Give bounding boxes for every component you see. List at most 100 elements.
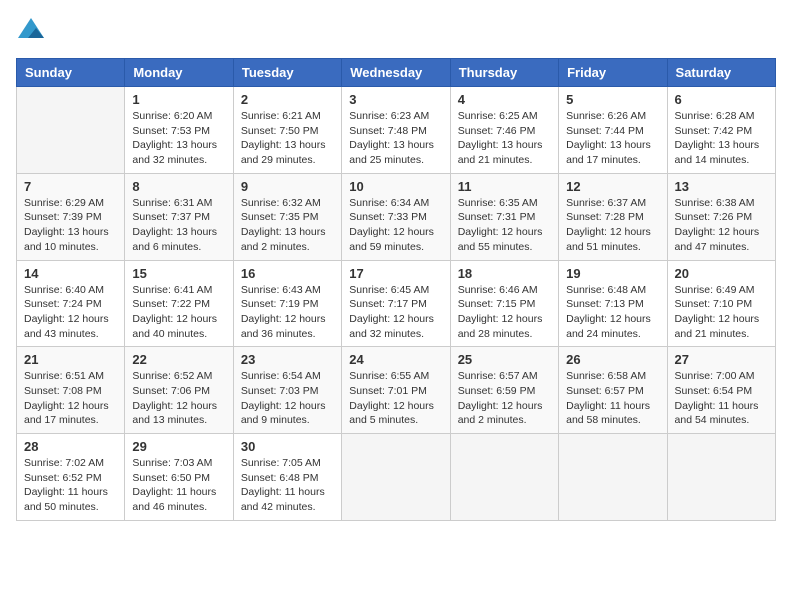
calendar-cell: 17 Sunrise: 6:45 AM Sunset: 7:17 PM Dayli… [342, 260, 450, 347]
calendar-cell: 28 Sunrise: 7:02 AM Sunset: 6:52 PM Dayli… [17, 434, 125, 521]
day-number: 11 [458, 179, 551, 194]
day-info: Sunrise: 6:54 AM Sunset: 7:03 PM Dayligh… [241, 369, 334, 428]
calendar-cell: 29 Sunrise: 7:03 AM Sunset: 6:50 PM Dayli… [125, 434, 233, 521]
page-header [16, 16, 776, 46]
day-number: 3 [349, 92, 442, 107]
day-number: 8 [132, 179, 225, 194]
day-number: 7 [24, 179, 117, 194]
calendar-week-1: 1 Sunrise: 6:20 AM Sunset: 7:53 PM Daylig… [17, 87, 776, 174]
calendar-cell: 23 Sunrise: 6:54 AM Sunset: 7:03 PM Dayli… [233, 347, 341, 434]
day-number: 26 [566, 352, 659, 367]
calendar-cell: 11 Sunrise: 6:35 AM Sunset: 7:31 PM Dayli… [450, 173, 558, 260]
calendar-header: SundayMondayTuesdayWednesdayThursdayFrid… [17, 59, 776, 87]
day-info: Sunrise: 7:03 AM Sunset: 6:50 PM Dayligh… [132, 456, 225, 515]
day-info: Sunrise: 6:48 AM Sunset: 7:13 PM Dayligh… [566, 283, 659, 342]
day-info: Sunrise: 6:45 AM Sunset: 7:17 PM Dayligh… [349, 283, 442, 342]
calendar-cell: 30 Sunrise: 7:05 AM Sunset: 6:48 PM Dayli… [233, 434, 341, 521]
day-info: Sunrise: 6:58 AM Sunset: 6:57 PM Dayligh… [566, 369, 659, 428]
calendar-cell: 5 Sunrise: 6:26 AM Sunset: 7:44 PM Daylig… [559, 87, 667, 174]
day-info: Sunrise: 6:38 AM Sunset: 7:26 PM Dayligh… [675, 196, 768, 255]
day-info: Sunrise: 7:00 AM Sunset: 6:54 PM Dayligh… [675, 369, 768, 428]
day-number: 30 [241, 439, 334, 454]
day-info: Sunrise: 6:28 AM Sunset: 7:42 PM Dayligh… [675, 109, 768, 168]
day-info: Sunrise: 6:57 AM Sunset: 6:59 PM Dayligh… [458, 369, 551, 428]
calendar-cell: 16 Sunrise: 6:43 AM Sunset: 7:19 PM Dayli… [233, 260, 341, 347]
calendar-cell [342, 434, 450, 521]
day-number: 28 [24, 439, 117, 454]
day-number: 14 [24, 266, 117, 281]
day-info: Sunrise: 6:32 AM Sunset: 7:35 PM Dayligh… [241, 196, 334, 255]
calendar-cell: 10 Sunrise: 6:34 AM Sunset: 7:33 PM Dayli… [342, 173, 450, 260]
header-row: SundayMondayTuesdayWednesdayThursdayFrid… [17, 59, 776, 87]
column-header-sunday: Sunday [17, 59, 125, 87]
day-number: 16 [241, 266, 334, 281]
day-number: 4 [458, 92, 551, 107]
day-info: Sunrise: 7:05 AM Sunset: 6:48 PM Dayligh… [241, 456, 334, 515]
logo [16, 16, 48, 46]
day-number: 15 [132, 266, 225, 281]
day-info: Sunrise: 6:37 AM Sunset: 7:28 PM Dayligh… [566, 196, 659, 255]
day-number: 10 [349, 179, 442, 194]
day-info: Sunrise: 6:43 AM Sunset: 7:19 PM Dayligh… [241, 283, 334, 342]
day-number: 18 [458, 266, 551, 281]
day-number: 12 [566, 179, 659, 194]
day-info: Sunrise: 6:51 AM Sunset: 7:08 PM Dayligh… [24, 369, 117, 428]
calendar-cell [559, 434, 667, 521]
day-info: Sunrise: 6:52 AM Sunset: 7:06 PM Dayligh… [132, 369, 225, 428]
calendar-cell: 26 Sunrise: 6:58 AM Sunset: 6:57 PM Dayli… [559, 347, 667, 434]
day-number: 13 [675, 179, 768, 194]
column-header-thursday: Thursday [450, 59, 558, 87]
day-number: 1 [132, 92, 225, 107]
day-info: Sunrise: 6:41 AM Sunset: 7:22 PM Dayligh… [132, 283, 225, 342]
day-info: Sunrise: 6:23 AM Sunset: 7:48 PM Dayligh… [349, 109, 442, 168]
calendar-cell: 14 Sunrise: 6:40 AM Sunset: 7:24 PM Dayli… [17, 260, 125, 347]
day-number: 27 [675, 352, 768, 367]
calendar-cell [667, 434, 775, 521]
calendar-cell: 6 Sunrise: 6:28 AM Sunset: 7:42 PM Daylig… [667, 87, 775, 174]
calendar-cell: 21 Sunrise: 6:51 AM Sunset: 7:08 PM Dayli… [17, 347, 125, 434]
calendar-cell: 25 Sunrise: 6:57 AM Sunset: 6:59 PM Dayli… [450, 347, 558, 434]
day-info: Sunrise: 6:40 AM Sunset: 7:24 PM Dayligh… [24, 283, 117, 342]
day-info: Sunrise: 6:35 AM Sunset: 7:31 PM Dayligh… [458, 196, 551, 255]
day-info: Sunrise: 6:31 AM Sunset: 7:37 PM Dayligh… [132, 196, 225, 255]
column-header-monday: Monday [125, 59, 233, 87]
logo-icon [16, 16, 46, 46]
day-info: Sunrise: 6:25 AM Sunset: 7:46 PM Dayligh… [458, 109, 551, 168]
day-number: 21 [24, 352, 117, 367]
calendar-cell: 24 Sunrise: 6:55 AM Sunset: 7:01 PM Dayli… [342, 347, 450, 434]
calendar-body: 1 Sunrise: 6:20 AM Sunset: 7:53 PM Daylig… [17, 87, 776, 521]
calendar-cell: 13 Sunrise: 6:38 AM Sunset: 7:26 PM Dayli… [667, 173, 775, 260]
day-info: Sunrise: 6:55 AM Sunset: 7:01 PM Dayligh… [349, 369, 442, 428]
day-number: 24 [349, 352, 442, 367]
day-number: 6 [675, 92, 768, 107]
calendar-cell [17, 87, 125, 174]
day-info: Sunrise: 6:34 AM Sunset: 7:33 PM Dayligh… [349, 196, 442, 255]
calendar-cell [450, 434, 558, 521]
day-info: Sunrise: 6:26 AM Sunset: 7:44 PM Dayligh… [566, 109, 659, 168]
day-number: 9 [241, 179, 334, 194]
calendar-cell: 22Sunrise: 6:52 AM Sunset: 7:06 PM Dayli… [125, 347, 233, 434]
day-info: Sunrise: 6:20 AM Sunset: 7:53 PM Dayligh… [132, 109, 225, 168]
column-header-friday: Friday [559, 59, 667, 87]
day-info: Sunrise: 6:49 AM Sunset: 7:10 PM Dayligh… [675, 283, 768, 342]
calendar-cell: 27 Sunrise: 7:00 AM Sunset: 6:54 PM Dayli… [667, 347, 775, 434]
calendar-cell: 19Sunrise: 6:48 AM Sunset: 7:13 PM Dayli… [559, 260, 667, 347]
calendar-cell: 15 Sunrise: 6:41 AM Sunset: 7:22 PM Dayli… [125, 260, 233, 347]
calendar-cell: 9 Sunrise: 6:32 AM Sunset: 7:35 PM Daylig… [233, 173, 341, 260]
column-header-wednesday: Wednesday [342, 59, 450, 87]
day-number: 29 [132, 439, 225, 454]
calendar-table: SundayMondayTuesdayWednesdayThursdayFrid… [16, 58, 776, 521]
day-number: 25 [458, 352, 551, 367]
day-number: 5 [566, 92, 659, 107]
calendar-cell: 2Sunrise: 6:21 AM Sunset: 7:50 PM Daylig… [233, 87, 341, 174]
calendar-cell: 7Sunrise: 6:29 AM Sunset: 7:39 PM Daylig… [17, 173, 125, 260]
calendar-cell: 8 Sunrise: 6:31 AM Sunset: 7:37 PM Daylig… [125, 173, 233, 260]
calendar-week-5: 28 Sunrise: 7:02 AM Sunset: 6:52 PM Dayli… [17, 434, 776, 521]
calendar-cell: 3 Sunrise: 6:23 AM Sunset: 7:48 PM Daylig… [342, 87, 450, 174]
column-header-tuesday: Tuesday [233, 59, 341, 87]
calendar-week-3: 14 Sunrise: 6:40 AM Sunset: 7:24 PM Dayli… [17, 260, 776, 347]
day-info: Sunrise: 7:02 AM Sunset: 6:52 PM Dayligh… [24, 456, 117, 515]
calendar-cell: 1 Sunrise: 6:20 AM Sunset: 7:53 PM Daylig… [125, 87, 233, 174]
day-number: 23 [241, 352, 334, 367]
day-number: 17 [349, 266, 442, 281]
